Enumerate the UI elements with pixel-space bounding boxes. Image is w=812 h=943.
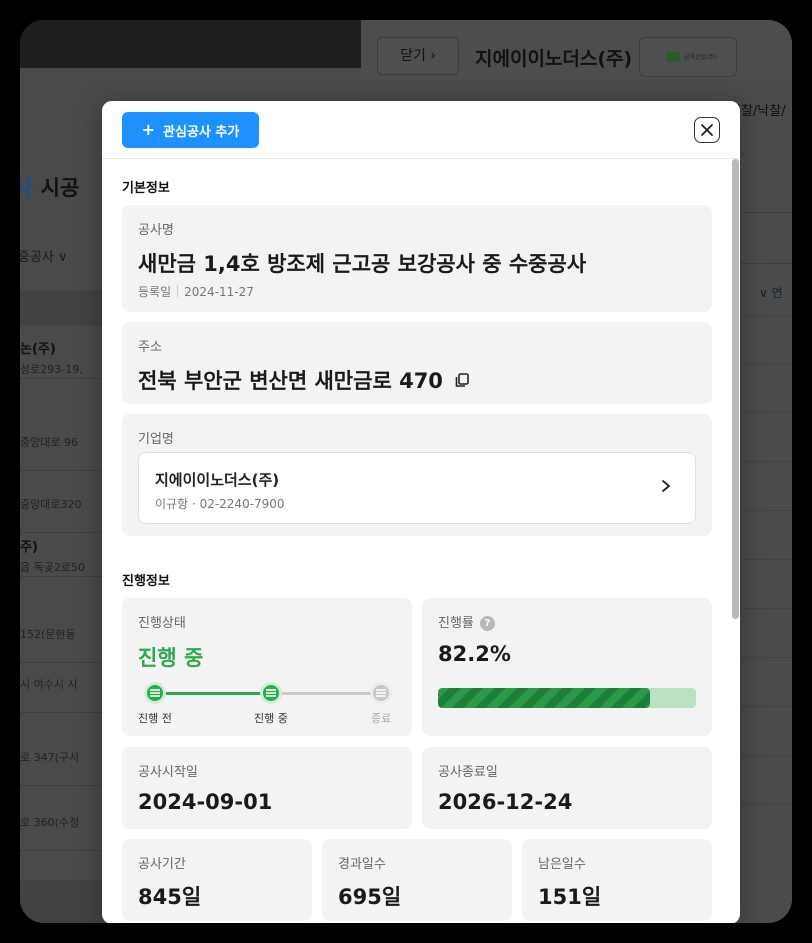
progress-bar (438, 688, 696, 708)
step-current-label: 진행 중 (254, 712, 288, 725)
address-row: 전북 부안군 변산면 새만금로 470 (138, 365, 469, 395)
start-date-card: 공사시작일 2024-09-01 (122, 747, 412, 829)
stepper-line-done (156, 692, 272, 695)
stepper-line-pending (272, 692, 384, 695)
plus-icon: + (141, 120, 156, 139)
end-date-value: 2026-12-24 (438, 790, 573, 814)
progress-label: 진행률 (438, 616, 474, 631)
progress-value: 82.2% (438, 642, 511, 666)
end-date-label: 공사종료일 (438, 765, 498, 780)
step-end-label: 종료 (371, 712, 392, 725)
logo-mark-icon (666, 52, 680, 62)
project-name-card: 공사명 새만금 1,4호 방조제 근고공 보강공사 중 수중공사 등록일 2024… (122, 205, 712, 312)
step-before-label: 진행 전 (138, 712, 172, 725)
period-label: 공사기간 (138, 857, 186, 872)
logo-text: 금옥건설(주) (684, 54, 717, 61)
copy-icon[interactable] (455, 372, 469, 388)
background-title-accent: 사 (20, 176, 34, 200)
basic-info-heading: 기본정보 (122, 181, 170, 196)
address-card: 주소 전북 부안군 변산면 새만금로 470 (122, 322, 712, 404)
background-title-rest: 시공 (33, 176, 80, 200)
step-current-icon (266, 689, 276, 697)
step-before-dot (144, 682, 166, 704)
address-label: 주소 (138, 340, 162, 355)
elapsed-value: 695일 (338, 885, 402, 909)
step-current-dot (260, 682, 282, 704)
background-close-button: 닫기 › (377, 37, 459, 75)
background-filter-dropdown: 중공사 ∨ (20, 250, 68, 265)
step-done-icon (150, 689, 160, 697)
chevron-right-icon (662, 480, 670, 492)
progress-label-row: 진행률? (438, 612, 495, 631)
address-value: 전북 부안군 변산면 새만금로 470 (138, 369, 443, 393)
meta-divider (177, 285, 179, 297)
progress-bar-fill (438, 688, 651, 708)
background-dropdown: ∨ 연 (759, 286, 783, 300)
elapsed-card: 경과일수 695일 (322, 839, 512, 921)
screen: 사 시공 중공사 ∨ 논(주) 성로293-19, 중앙대로 96 중앙대로320 주)… (20, 20, 792, 923)
remaining-value: 151일 (538, 885, 602, 909)
period-card: 공사기간 845일 (122, 839, 312, 921)
elapsed-label: 경과일수 (338, 857, 386, 872)
company-link[interactable]: 지에이이노더스(주) 이규항 · 02-2240-7900 (138, 452, 696, 524)
device-frame: 사 시공 중공사 ∨ 논(주) 성로293-19, 중앙대로 96 중앙대로320 주)… (0, 0, 812, 943)
scrollbar-thumb[interactable] (732, 159, 739, 619)
modal-scrollbar[interactable] (731, 159, 739, 619)
status-value: 진행 중 (138, 646, 204, 670)
background-top-bar (20, 20, 361, 68)
period-value: 845일 (138, 885, 202, 909)
company-contact: 이규항 · 02-2240-7900 (155, 497, 285, 511)
project-name: 새만금 1,4호 방조제 근고공 보강공사 중 수중공사 (138, 252, 587, 276)
project-name-label: 공사명 (138, 223, 174, 238)
background-company-name: 지에이이노더스(주) (475, 48, 633, 70)
status-card: 진행상태 진행 중 진행 전 진행 중 종료 (122, 598, 412, 736)
start-date-label: 공사시작일 (138, 765, 198, 780)
background-company-logo: 금옥건설(주) (639, 37, 737, 77)
end-date-card: 공사종료일 2026-12-24 (422, 747, 712, 829)
help-icon[interactable]: ? (479, 616, 495, 631)
status-label: 진행상태 (138, 616, 186, 631)
modal-close-button[interactable] (694, 117, 720, 143)
registered-date: 2024-11-27 (184, 285, 254, 299)
start-date-value: 2024-09-01 (138, 790, 273, 814)
add-interest-label: 관심공사 추가 (163, 124, 240, 140)
company-name: 지에이이노더스(주) (155, 471, 280, 489)
progress-card: 진행률? 82.2% (422, 598, 712, 736)
background-page-title: 사 시공 (20, 172, 79, 202)
remaining-label: 남은일수 (538, 857, 586, 872)
close-icon (701, 124, 713, 136)
add-interest-button[interactable]: + 관심공사 추가 (122, 112, 259, 148)
registered-label: 등록일 (138, 285, 172, 299)
remaining-card: 남은일수 151일 (522, 839, 712, 921)
step-end-dot (370, 682, 392, 704)
status-stepper: 진행 전 진행 중 종료 (138, 680, 398, 725)
progress-info-heading: 진행정보 (122, 574, 170, 589)
company-label: 기업명 (138, 432, 174, 447)
modal-header: + 관심공사 추가 (102, 101, 740, 159)
project-detail-modal: + 관심공사 추가 기본정보 공사명 새만금 1,4호 방조제 근고공 보강공사… (102, 101, 740, 923)
registered-date-row: 등록일 2024-11-27 (138, 283, 254, 300)
company-card: 기업명 지에이이노더스(주) 이규항 · 02-2240-7900 (122, 414, 712, 536)
step-pending-icon (376, 689, 386, 697)
